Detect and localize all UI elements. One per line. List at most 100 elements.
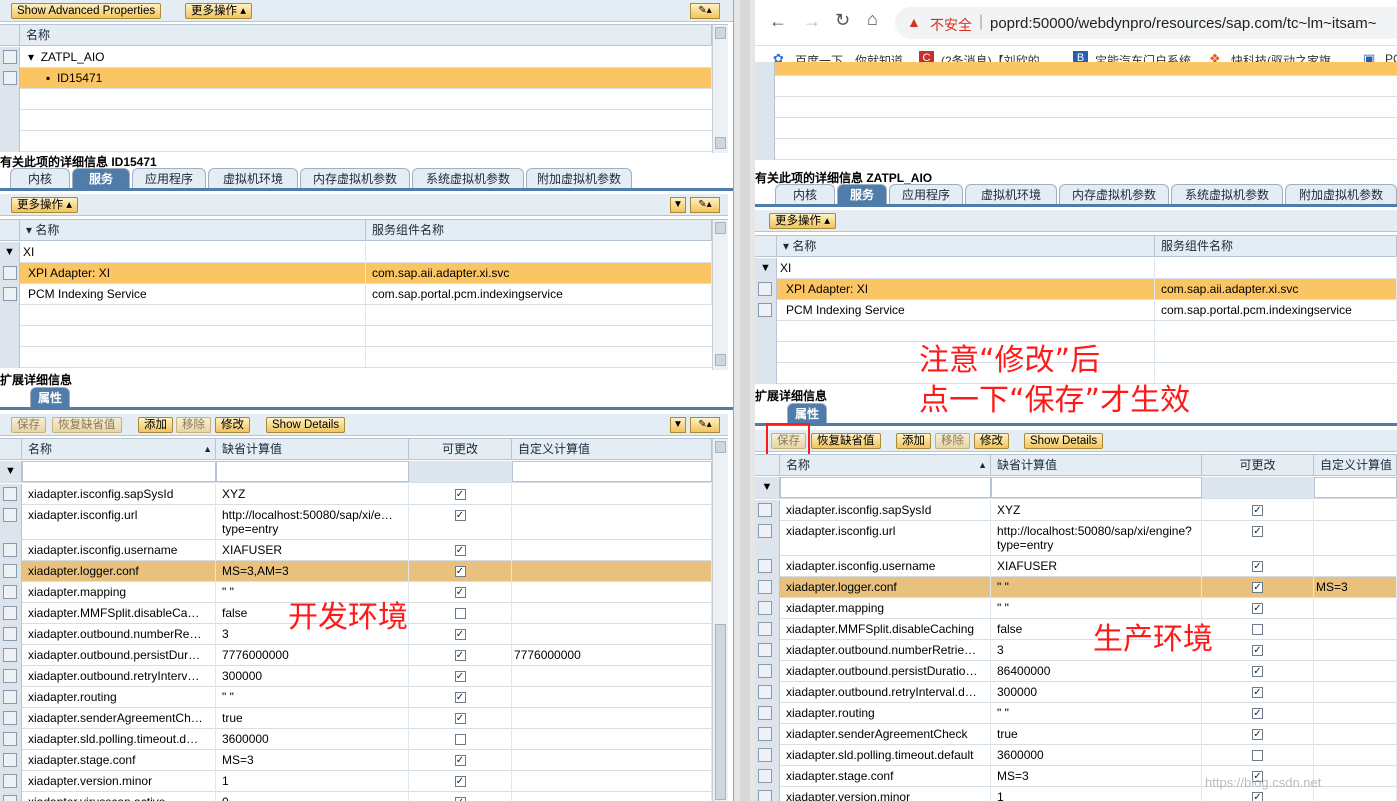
table-row[interactable]: XPI Adapter: XI com.sap.aii.adapter.xi.s… — [755, 279, 1397, 300]
changeable-checkbox[interactable]: ✓ — [454, 776, 466, 787]
changeable-checkbox[interactable]: ✓ — [454, 587, 466, 598]
table-row[interactable]: xiadapter.logger.conf " " ✓ MS=3 — [755, 577, 1397, 598]
changeable-checkbox[interactable]: ✓ — [454, 629, 466, 640]
filter-icon[interactable]: ▼ — [755, 477, 780, 498]
changeable-checkbox[interactable]: ✓ — [1252, 792, 1263, 801]
restore-defaults-button[interactable]: 恢复缺省值 — [52, 417, 122, 433]
table-row[interactable]: xiadapter.isconfig.username XIAFUSER ✓ — [0, 540, 728, 561]
tab-memory-vm-params[interactable]: 内存虚拟机参数 — [300, 168, 410, 188]
table-row[interactable]: xiadapter.sld.polling.timeout.default 360… — [755, 745, 1397, 766]
changeable-checkbox[interactable]: ✓ — [1252, 582, 1263, 593]
table-row[interactable]: xiadapter.senderAgreementCh… true ✓ — [0, 708, 728, 729]
table-row[interactable]: xiadapter.isconfig.url http://localhost:5… — [755, 521, 1397, 556]
row-selector[interactable] — [755, 766, 780, 787]
col-name-header[interactable]: ▾ 名称 — [20, 220, 366, 241]
changeable-checkbox[interactable]: ✓ — [454, 566, 466, 577]
tab-system-vm-params[interactable]: 系统虚拟机参数 — [1171, 184, 1283, 204]
show-details-button[interactable]: Show Details — [1024, 433, 1104, 449]
row-selector[interactable] — [0, 561, 22, 582]
filter-name-input[interactable] — [780, 477, 991, 498]
table-row[interactable]: xiadapter.outbound.retryInterv… 300000 ✓ — [0, 666, 728, 687]
changeable-checkbox[interactable]: ✓ — [1252, 708, 1263, 719]
more-actions-button[interactable]: 更多操作 ▴ — [11, 197, 78, 213]
row-selector[interactable] — [0, 750, 22, 771]
modify-button[interactable]: 修改 — [215, 417, 250, 433]
sort-icon[interactable]: ▲ — [203, 439, 215, 460]
changeable-checkbox[interactable]: ✓ — [1252, 561, 1263, 572]
tab-services[interactable]: 服务 — [837, 184, 887, 204]
row-selector[interactable] — [0, 708, 22, 729]
changeable-checkbox[interactable]: ✓ — [1252, 666, 1263, 677]
row-selector[interactable] — [0, 666, 22, 687]
url-text[interactable]: poprd:50000/webdynpro/resources/sap.com/… — [990, 15, 1376, 32]
restore-defaults-button[interactable]: 恢复缺省值 — [811, 433, 881, 449]
changeable-checkbox[interactable]: ✓ — [454, 545, 466, 556]
changeable-checkbox[interactable] — [454, 734, 466, 745]
row-selector[interactable] — [0, 624, 22, 645]
add-button[interactable]: 添加 — [896, 433, 931, 449]
table-row[interactable]: xiadapter.outbound.retryInterval.d… 30000… — [755, 682, 1397, 703]
changeable-checkbox[interactable]: ✓ — [454, 489, 466, 500]
select-all-cell[interactable] — [0, 25, 20, 46]
changeable-checkbox[interactable] — [1252, 750, 1263, 761]
row-selector[interactable] — [755, 577, 780, 598]
col-custom-header[interactable]: 自定义计算值 — [512, 439, 712, 460]
tab-applications[interactable]: 应用程序 — [132, 168, 206, 188]
tree-scrollbar[interactable] — [712, 25, 728, 153]
row-selector[interactable] — [755, 598, 780, 619]
changeable-checkbox[interactable]: ✓ — [454, 692, 466, 703]
table-row[interactable]: XPI Adapter: XI com.sap.aii.adapter.xi.s… — [0, 263, 728, 284]
col-custom-header[interactable]: 自定义计算值 — [1314, 455, 1397, 476]
changeable-checkbox[interactable]: ✓ — [1252, 687, 1263, 698]
changeable-checkbox[interactable]: ✓ — [1252, 729, 1263, 740]
filter-icon[interactable]: ▼ — [0, 461, 22, 482]
back-icon[interactable]: ← — [769, 11, 787, 32]
row-selector[interactable] — [755, 279, 777, 300]
row-selector[interactable] — [0, 263, 20, 284]
select-all-cell[interactable] — [755, 455, 780, 476]
row-selector[interactable] — [0, 603, 22, 624]
changeable-checkbox[interactable]: ✓ — [1252, 645, 1263, 656]
table-row[interactable]: xiadapter.mapping " " ✓ — [755, 598, 1397, 619]
row-selector[interactable] — [755, 640, 780, 661]
table-row[interactable]: xiadapter.senderAgreementCheck true ✓ — [755, 724, 1397, 745]
table-row[interactable]: xiadapter.isconfig.url http://localhost:5… — [0, 505, 728, 540]
filter-name-input[interactable] — [22, 461, 216, 482]
select-all-cell[interactable] — [755, 236, 777, 257]
remove-button[interactable]: 移除 — [935, 433, 970, 449]
filter-icon[interactable]: ▼ — [670, 197, 686, 213]
more-actions-button[interactable]: 更多操作 ▴ — [769, 213, 836, 229]
changeable-checkbox[interactable]: ✓ — [454, 713, 466, 724]
table-row[interactable]: xiadapter.outbound.persistDur… 7776000000… — [0, 645, 728, 666]
remove-button[interactable]: 移除 — [176, 417, 211, 433]
row-selector[interactable] — [0, 582, 22, 603]
col-changeable-header[interactable]: 可更改 — [409, 439, 512, 460]
filter-name-input[interactable]: XI — [20, 242, 366, 263]
table-row[interactable]: xiadapter.logger.conf MS=3,AM=3 ✓ — [0, 561, 728, 582]
table-row[interactable]: xiadapter.routing " " ✓ — [755, 703, 1397, 724]
address-bar[interactable]: ▲ 不安全 | poprd:50000/webdynpro/resources/… — [895, 7, 1397, 39]
table-row[interactable]: xiadapter.outbound.numberRetrie… 3 ✓ — [755, 640, 1397, 661]
tab-properties[interactable]: 属性 — [30, 387, 70, 407]
table-row[interactable]: xiadapter.outbound.persistDuratio… 864000… — [755, 661, 1397, 682]
table-row[interactable]: xiadapter.isconfig.username XIAFUSER ✓ — [755, 556, 1397, 577]
row-selector[interactable] — [0, 505, 22, 540]
table-row[interactable]: xiadapter.stage.conf MS=3 ✓ — [0, 750, 728, 771]
row-selector[interactable] — [755, 682, 780, 703]
tab-additional-vm-params[interactable]: 附加虚拟机参数 — [526, 168, 632, 188]
settings-icon[interactable]: ✎▴ — [690, 197, 720, 213]
changeable-checkbox[interactable]: ✓ — [454, 797, 466, 801]
tab-services[interactable]: 服务 — [72, 168, 130, 188]
tab-additional-vm-params[interactable]: 附加虚拟机参数 — [1285, 184, 1397, 204]
col-name-header[interactable]: 名称 ▲ — [780, 455, 991, 476]
filter-component-input[interactable] — [1155, 258, 1397, 279]
row-selector[interactable] — [755, 787, 780, 801]
row-selector[interactable] — [755, 745, 780, 766]
changeable-checkbox[interactable]: ✓ — [454, 510, 466, 521]
col-component-header[interactable]: 服务组件名称 — [366, 220, 712, 241]
filter-name-input[interactable]: XI — [777, 258, 1155, 279]
changeable-checkbox[interactable] — [454, 608, 466, 619]
tree-row-selected[interactable] — [755, 62, 1397, 76]
filter-icon[interactable]: ▼ — [0, 242, 20, 263]
select-all-cell[interactable] — [0, 439, 22, 460]
